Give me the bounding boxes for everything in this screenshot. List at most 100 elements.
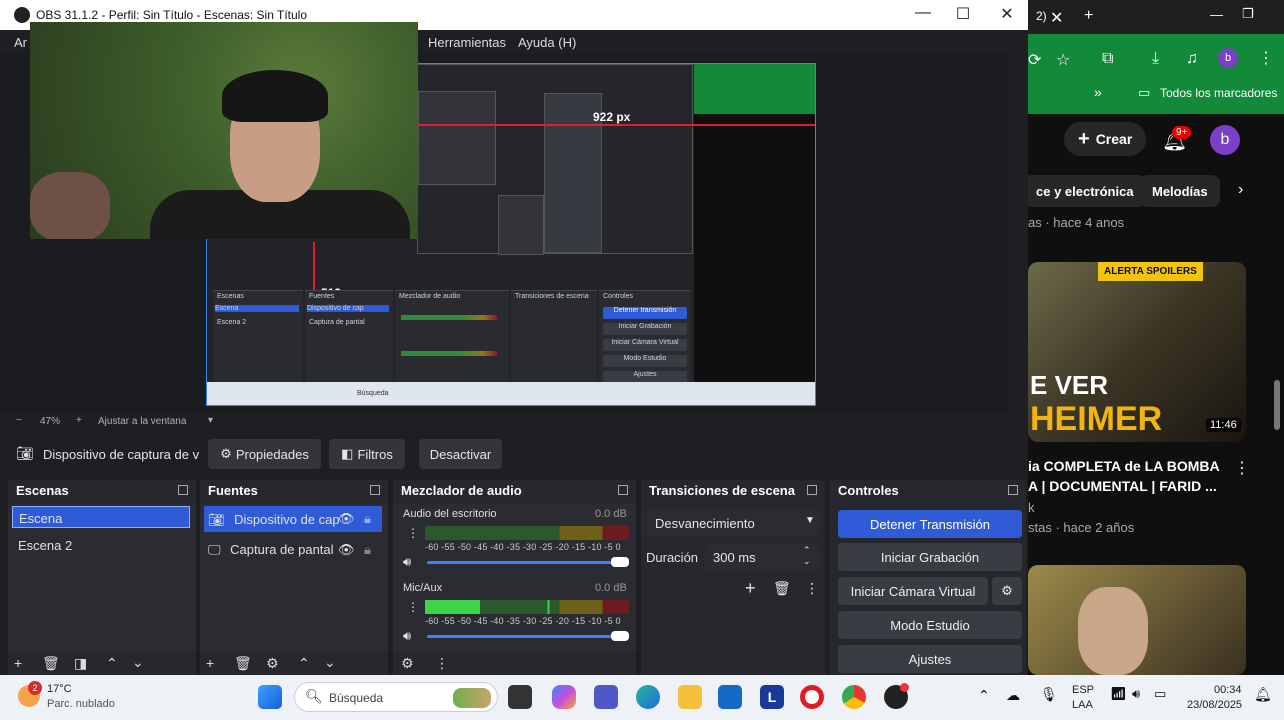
outlook-icon[interactable]: [718, 685, 742, 709]
create-button[interactable]: + Crear: [1064, 122, 1147, 156]
wifi-icon[interactable]: 📶︎: [1110, 686, 1127, 702]
zoom-fit-label[interactable]: Ajustar a la ventana: [98, 416, 186, 427]
move-down-icon[interactable]: ⌄: [132, 654, 144, 671]
lock-icon[interactable]: 🔒︎: [364, 511, 371, 527]
start-recording-button[interactable]: Iniciar Grabación: [838, 543, 1022, 571]
close-tab-icon[interactable]: ✕: [1050, 8, 1063, 28]
settings-button[interactable]: Ajustes: [838, 645, 1022, 673]
channel-name[interactable]: k: [1028, 500, 1035, 515]
battery-icon[interactable]: ▭: [1154, 686, 1166, 702]
remove-source-icon[interactable]: 🗑︎: [234, 655, 252, 672]
spin-down-icon[interactable]: ⌄: [803, 556, 811, 567]
menu-archivo[interactable]: Ar: [14, 35, 27, 50]
visibility-eye-icon[interactable]: 👁︎: [338, 542, 355, 558]
video-thumbnail-2[interactable]: [1028, 565, 1246, 675]
copilot-icon[interactable]: [552, 685, 576, 709]
file-explorer-icon[interactable]: [678, 685, 702, 709]
profile-avatar[interactable]: b: [1218, 48, 1238, 68]
task-view-icon[interactable]: [508, 685, 532, 709]
transition-menu-icon[interactable]: ⋮: [805, 580, 819, 597]
speaker-icon[interactable]: 🔊︎: [403, 628, 411, 644]
move-down-icon[interactable]: ⌄: [324, 654, 336, 671]
remove-scene-icon[interactable]: 🗑︎: [42, 655, 60, 672]
teams-icon[interactable]: [594, 685, 618, 709]
cloud-icon[interactable]: ☁: [1006, 687, 1020, 704]
chips-next-icon[interactable]: ›: [1238, 181, 1243, 199]
mixer-settings-icon[interactable]: ⚙: [401, 655, 414, 672]
menu-ayuda[interactable]: Ayuda (H): [518, 35, 576, 50]
extension-icon[interactable]: ⟳: [1028, 50, 1041, 70]
bookmark-star-icon[interactable]: ☆: [1056, 50, 1070, 70]
restore-icon[interactable]: ❐: [1242, 6, 1254, 22]
language-1[interactable]: ESP: [1072, 684, 1094, 696]
video-thumbnail[interactable]: ALERTA SPOILERS E VER HEIMER 11:46: [1028, 262, 1246, 442]
maximize-button[interactable]: ☐: [948, 4, 978, 26]
source-item[interactable]: 🖵︎ Captura de pantal 👁︎ 🔒︎: [208, 538, 386, 562]
duration-input[interactable]: 300 ms ⌃ ⌄: [705, 544, 819, 570]
source-settings-icon[interactable]: ⚙: [266, 655, 279, 672]
add-transition-icon[interactable]: +: [745, 578, 756, 599]
spin-up-icon[interactable]: ⌃: [803, 545, 811, 556]
browser-tab-title[interactable]: 2): [1036, 9, 1047, 23]
new-tab-icon[interactable]: +: [1084, 7, 1093, 25]
studio-mode-button[interactable]: Modo Estudio: [838, 611, 1022, 639]
add-source-icon[interactable]: +: [206, 655, 214, 671]
youtube-avatar[interactable]: b: [1210, 125, 1240, 155]
all-bookmarks-link[interactable]: Todos los marcadores: [1160, 86, 1277, 100]
dock-float-icon[interactable]: [618, 485, 628, 495]
properties-button[interactable]: ⚙ Propiedades: [208, 439, 321, 469]
scene-item[interactable]: Escena 2: [18, 538, 72, 553]
lock-icon[interactable]: 🔒︎: [364, 542, 371, 558]
zoom-dropdown-icon[interactable]: ▾: [208, 415, 213, 426]
filters-button[interactable]: ◧ Filtros: [329, 439, 405, 469]
clock-date[interactable]: 23/08/2025: [1187, 699, 1242, 711]
chip-melodias[interactable]: Melodías: [1140, 175, 1220, 207]
speaker-icon[interactable]: 🔊︎: [403, 554, 411, 570]
mixer-menu-icon[interactable]: ⋮: [435, 655, 449, 672]
remove-transition-icon[interactable]: 🗑︎: [773, 580, 791, 597]
chevron-right-icon[interactable]: »: [1094, 84, 1102, 100]
volume-slider[interactable]: [427, 561, 623, 564]
weather-desc[interactable]: Parc. nublado: [47, 698, 115, 710]
dock-float-icon[interactable]: [807, 485, 817, 495]
volume-knob[interactable]: [611, 631, 629, 641]
scene-item[interactable]: Escena: [12, 506, 190, 528]
video-title-line-2[interactable]: A | DOCUMENTAL | FARID ...: [1028, 476, 1217, 496]
start-virtual-camera-button[interactable]: Iniciar Cámara Virtual: [838, 577, 988, 605]
source-item[interactable]: 📷︎ Dispositivo de cap 👁︎ 🔒︎: [204, 506, 382, 532]
media-icon[interactable]: ♫: [1186, 50, 1198, 68]
minimize-icon[interactable]: —: [1210, 7, 1223, 22]
weather-temp[interactable]: 17°C: [47, 683, 72, 695]
video-title-line-1[interactable]: ia COMPLETA de LA BOMBA: [1028, 456, 1220, 476]
microphone-icon[interactable]: 🎙︎: [1040, 686, 1058, 703]
deactivate-button[interactable]: Desactivar: [419, 439, 502, 469]
clock-time[interactable]: 00:34: [1214, 684, 1242, 696]
opera-icon[interactable]: [800, 685, 824, 709]
chevron-up-icon[interactable]: ⌃: [978, 687, 990, 704]
dock-float-icon[interactable]: [370, 485, 380, 495]
close-button[interactable]: ✕: [992, 4, 1022, 26]
taskbar-search[interactable]: 🔍︎ Búsqueda: [294, 682, 498, 712]
transition-select[interactable]: Desvanecimiento ▼: [647, 510, 819, 536]
zoom-in-button[interactable]: +: [76, 415, 82, 426]
download-icon[interactable]: ⤓: [1152, 50, 1159, 68]
channel-menu-icon[interactable]: ⋮: [407, 600, 419, 614]
language-2[interactable]: LAA: [1072, 699, 1093, 711]
notifications-icon[interactable]: 🔔︎: [1254, 686, 1272, 703]
volume-slider[interactable]: [427, 635, 623, 638]
add-scene-icon[interactable]: +: [14, 655, 22, 671]
video-menu-icon[interactable]: ⋮: [1234, 458, 1250, 478]
extensions-puzzle-icon[interactable]: ⧉: [1102, 50, 1113, 68]
browser-scrollbar[interactable]: [1274, 380, 1280, 430]
more-menu-icon[interactable]: ⋮: [1258, 48, 1274, 68]
edge-icon[interactable]: [636, 685, 660, 709]
dock-float-icon[interactable]: [1008, 485, 1018, 495]
menu-herramientas[interactable]: Herramientas: [428, 35, 506, 50]
stop-streaming-button[interactable]: Detener Transmisión: [838, 510, 1022, 538]
virtual-camera-settings-button[interactable]: ⚙: [992, 577, 1022, 605]
chrome-icon[interactable]: [842, 685, 866, 709]
minimize-button[interactable]: —: [908, 4, 938, 26]
dock-float-icon[interactable]: [178, 485, 188, 495]
volume-knob[interactable]: [611, 557, 629, 567]
app-l-icon[interactable]: L: [760, 685, 784, 709]
